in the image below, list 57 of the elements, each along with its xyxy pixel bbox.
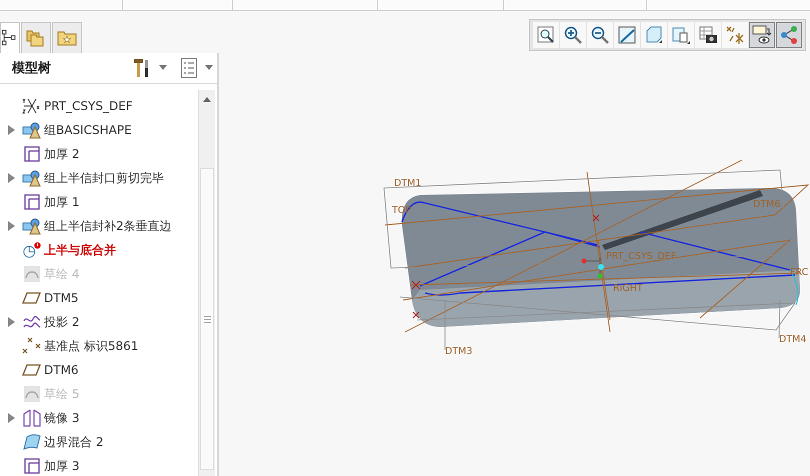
thicken-icon — [23, 193, 41, 211]
sketch-icon — [23, 265, 41, 283]
tree-item[interactable]: 加厚 2 — [44, 146, 80, 162]
tree-item[interactable]: 基准点 标识5861 — [44, 338, 138, 354]
merge-error-icon — [22, 241, 42, 259]
caret-icon[interactable] — [205, 65, 213, 71]
expand-arrow-icon[interactable] — [8, 125, 16, 135]
group-icon — [22, 169, 42, 187]
zoom-out-button[interactable] — [587, 22, 613, 48]
refit-button[interactable] — [533, 22, 559, 48]
group-icon — [22, 121, 42, 139]
expand-arrow-icon[interactable] — [8, 413, 16, 423]
list-icon[interactable] — [181, 58, 197, 78]
tree-item[interactable]: 组上半信封补2条垂直边 — [44, 218, 172, 234]
tree-item[interactable]: 边界混合 2 — [44, 434, 104, 450]
tree-item[interactable]: 投影 2 — [44, 314, 80, 330]
datum-label: DTM1 — [394, 178, 422, 189]
datum-label: PRT_CSYS_DEF — [606, 251, 676, 262]
annotation-button[interactable] — [749, 22, 775, 48]
tree-item[interactable]: 加厚 1 — [44, 194, 80, 210]
group-icon — [22, 217, 42, 235]
zoom-in-button[interactable] — [560, 22, 586, 48]
surface-icon — [22, 433, 42, 451]
datum-label: DTM3 — [445, 346, 472, 357]
datum-point-icon — [22, 337, 42, 355]
thicken-icon — [23, 145, 41, 163]
expand-arrow-icon[interactable] — [8, 221, 16, 231]
tree-item[interactable]: DTM6 — [44, 363, 79, 377]
datum-display-button[interactable] — [722, 22, 748, 48]
datum-label: RIGHT — [613, 283, 643, 294]
expand-arrow-icon[interactable] — [8, 317, 16, 327]
datum-plane-icon — [22, 362, 42, 378]
tree-item[interactable]: 上半与底合并 — [44, 242, 116, 258]
sketch-icon — [23, 385, 41, 403]
datum-label: DTM6 — [753, 199, 780, 210]
caret-icon[interactable] — [159, 65, 167, 71]
tree-item[interactable]: 加厚 3 — [44, 458, 80, 474]
panel-tab[interactable] — [0, 22, 20, 53]
datum-plane-icon — [22, 290, 42, 306]
tree-item[interactable]: 镜像 3 — [44, 410, 80, 426]
expand-arrow-icon[interactable] — [8, 173, 16, 183]
snapshot-button[interactable] — [695, 22, 721, 48]
datum-label: DTM4 — [779, 334, 806, 345]
tree-item[interactable]: 组BASICSHAPE — [44, 122, 132, 138]
coordinate-system-icon — [22, 97, 42, 115]
saved-views-button[interactable] — [641, 22, 667, 48]
orient-button[interactable] — [614, 22, 640, 48]
scrollbar[interactable] — [198, 90, 215, 476]
tree-item[interactable]: PRT_CSYS_DEF — [44, 99, 133, 113]
thicken-icon — [23, 457, 41, 475]
tree-item[interactable]: 组上半信封口剪切完毕 — [44, 170, 164, 186]
tools-icon[interactable] — [133, 57, 151, 79]
mirror-icon — [22, 409, 42, 427]
tree-item[interactable]: DTM5 — [44, 291, 79, 305]
display-style-button[interactable] — [668, 22, 694, 48]
model-tree-title: 模型树 — [12, 60, 51, 77]
up-arrow-icon[interactable] — [203, 96, 211, 102]
